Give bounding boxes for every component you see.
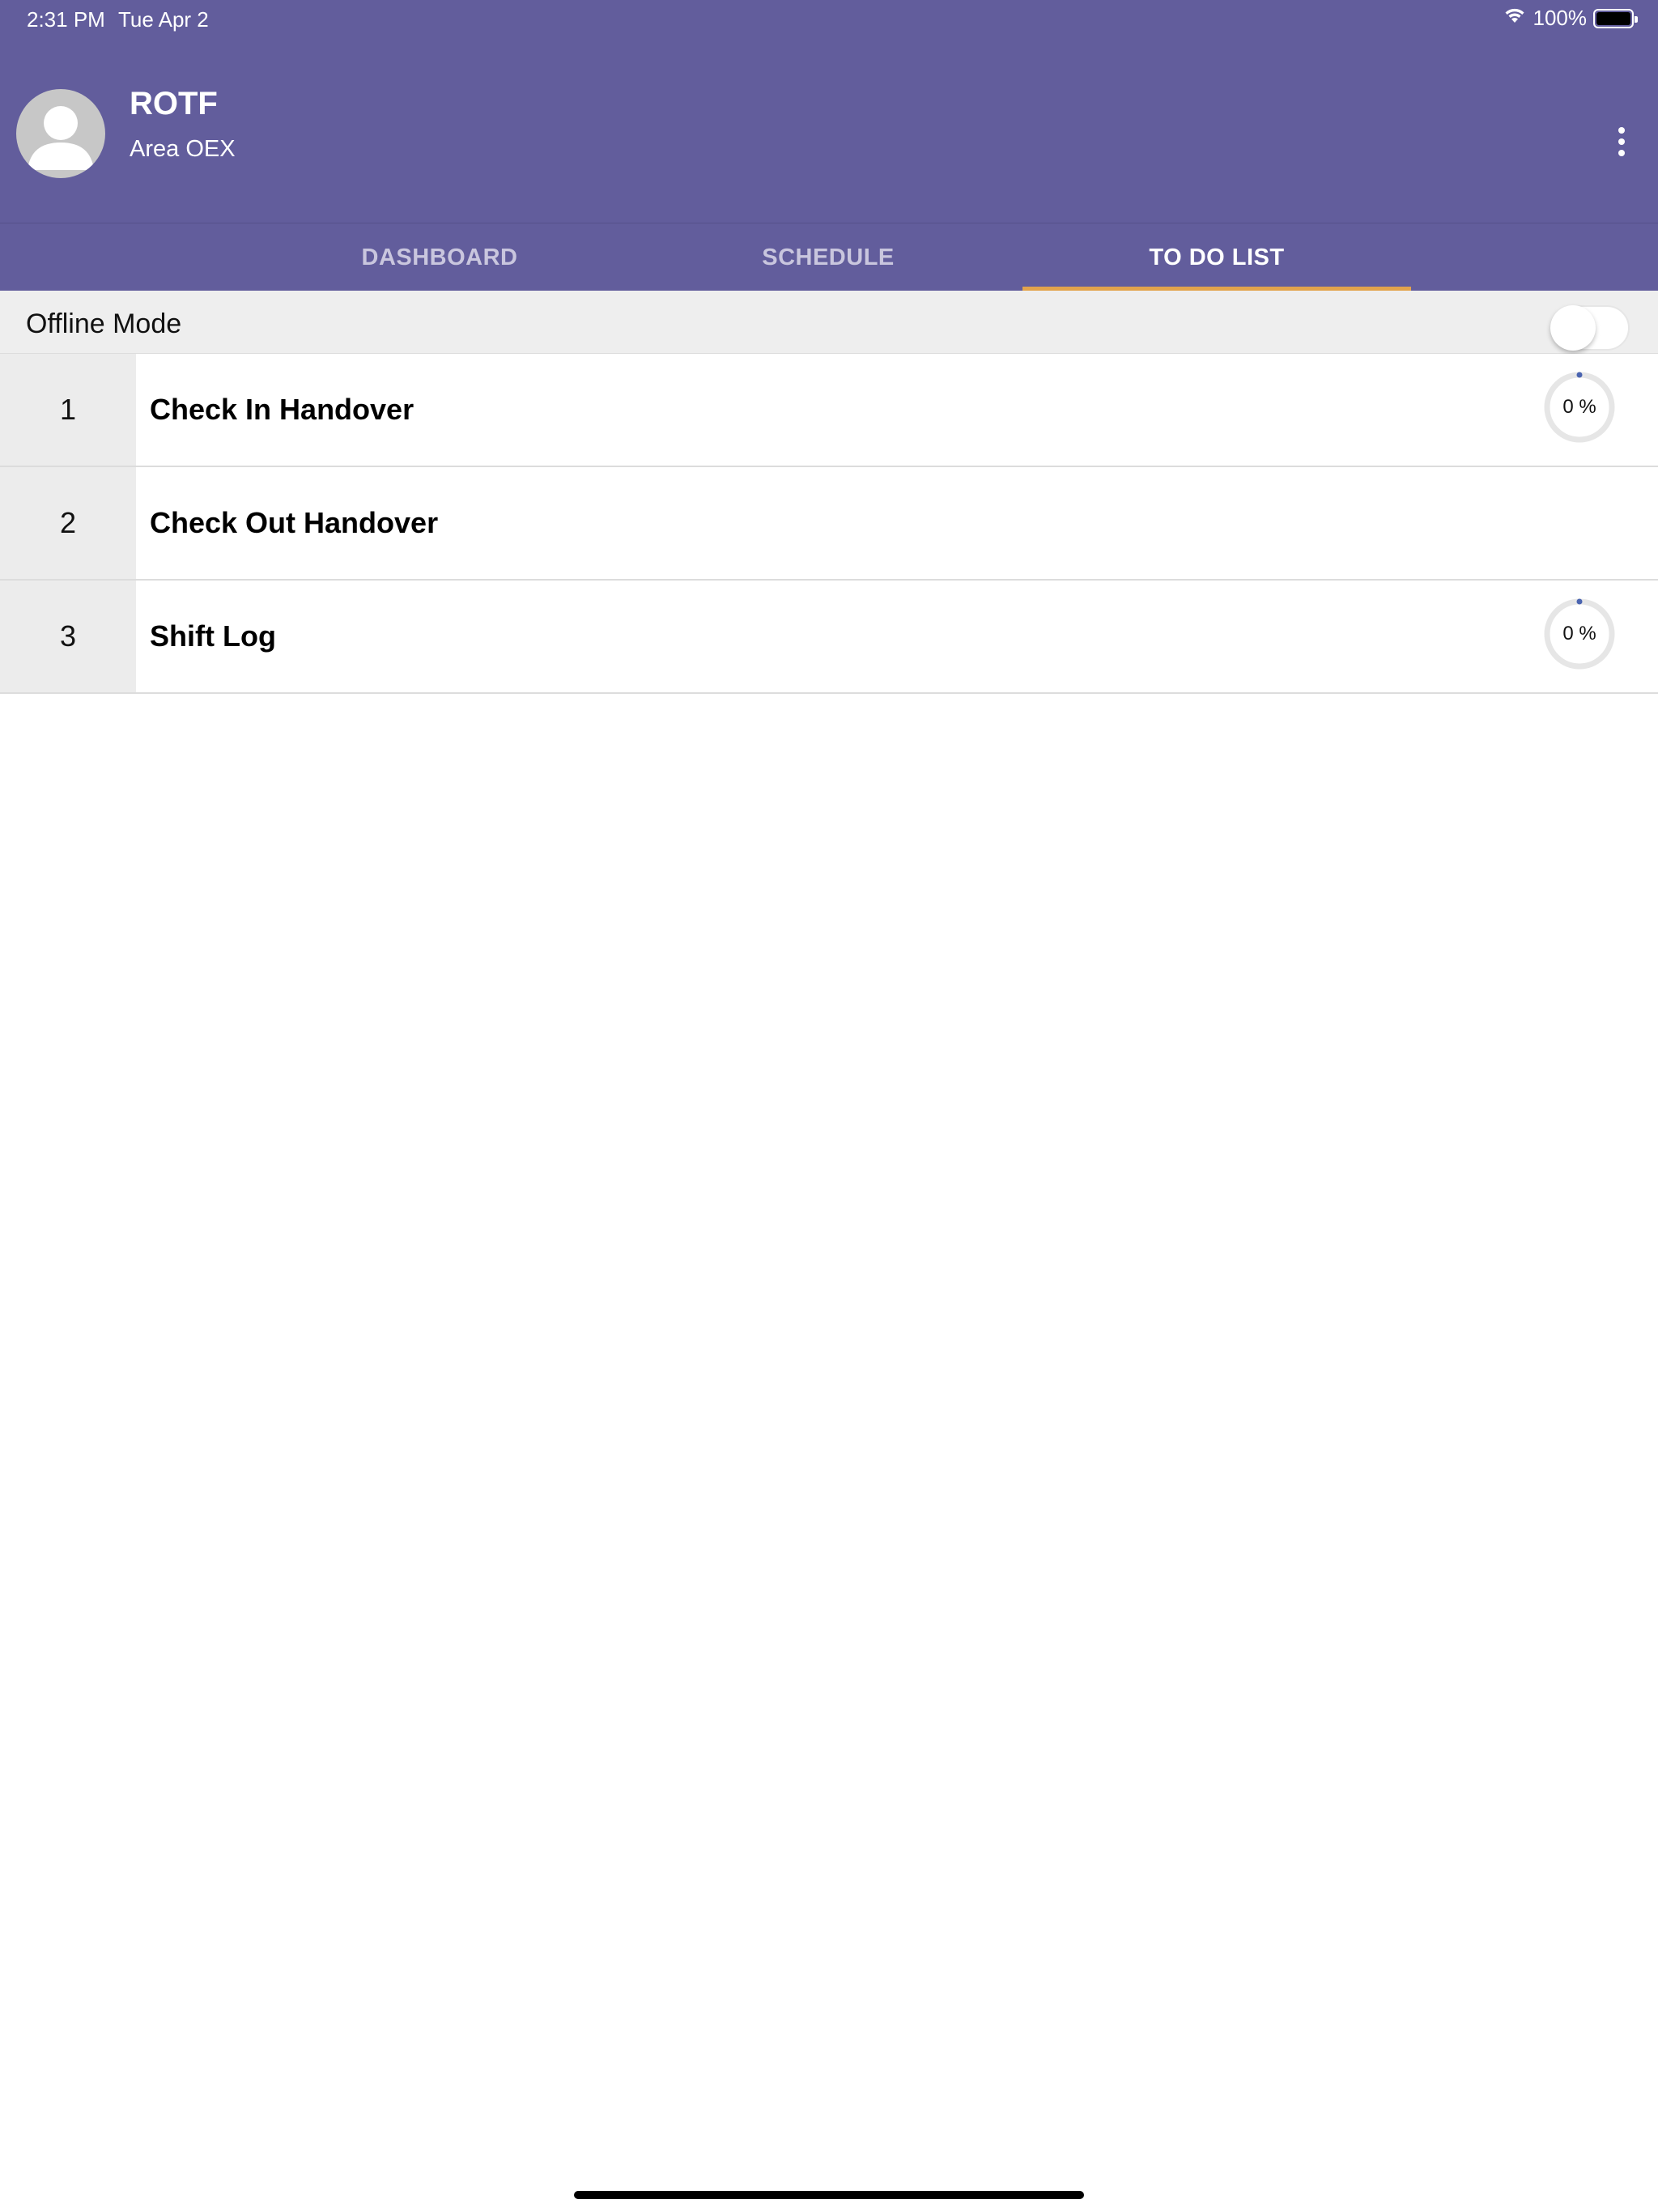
more-vertical-icon[interactable] (1607, 125, 1636, 158)
item-number: 1 (0, 354, 136, 466)
offline-mode-label: Offline Mode (26, 308, 182, 339)
menu-dot (1618, 150, 1625, 156)
list-item[interactable]: 2 Check Out Handover (0, 467, 1658, 581)
wifi-icon (1503, 6, 1527, 31)
tab-bar: DASHBOARD SCHEDULE TO DO LIST (0, 223, 1658, 291)
item-number: 3 (0, 581, 136, 692)
offline-mode-toggle[interactable] (1550, 305, 1630, 351)
tab-label: SCHEDULE (762, 244, 895, 270)
user-name: ROTF (130, 86, 218, 121)
progress-label: 0 % (1562, 623, 1596, 644)
todo-list: 1 Check In Handover 0 % 2 Check Out Hand… (0, 354, 1658, 694)
item-title: Check In Handover (150, 393, 414, 426)
menu-dot (1618, 127, 1625, 134)
person-icon (28, 106, 94, 170)
list-item[interactable]: 1 Check In Handover 0 % (0, 354, 1658, 467)
progress-ring: 0 % (1542, 370, 1617, 445)
progress-label: 0 % (1562, 396, 1596, 418)
avatar[interactable] (16, 89, 105, 178)
tab-schedule[interactable]: SCHEDULE (634, 223, 1022, 291)
battery-fill (1596, 11, 1630, 25)
tab-label: DASHBOARD (361, 244, 518, 270)
tab-label: TO DO LIST (1149, 244, 1285, 270)
app-header: 2:31 PM Tue Apr 2 100% ROTF Area OEX (0, 0, 1658, 223)
status-time: 2:31 PM (27, 7, 105, 32)
status-right: 100% (1503, 6, 1638, 31)
battery-icon (1593, 8, 1638, 28)
tab-dashboard[interactable]: DASHBOARD (245, 223, 634, 291)
status-bar: 2:31 PM Tue Apr 2 100% (0, 0, 1658, 39)
offline-mode-row: Offline Mode (0, 291, 1658, 354)
item-title: Shift Log (150, 619, 276, 653)
todo-list-screen: 2:31 PM Tue Apr 2 100% ROTF Area OEX DAS… (0, 0, 1658, 2212)
item-title: Check Out Handover (150, 506, 439, 539)
status-date: Tue Apr 2 (118, 7, 209, 32)
list-item[interactable]: 3 Shift Log 0 % (0, 581, 1658, 694)
progress-ring: 0 % (1542, 597, 1617, 671)
toggle-knob (1550, 305, 1596, 351)
home-indicator[interactable] (574, 2191, 1084, 2199)
tab-to-do-list[interactable]: TO DO LIST (1022, 223, 1411, 291)
user-area: Area OEX (130, 136, 236, 162)
item-number: 2 (0, 467, 136, 579)
battery-percent: 100% (1533, 6, 1588, 30)
battery-cap (1635, 15, 1638, 23)
menu-dot (1618, 138, 1625, 145)
